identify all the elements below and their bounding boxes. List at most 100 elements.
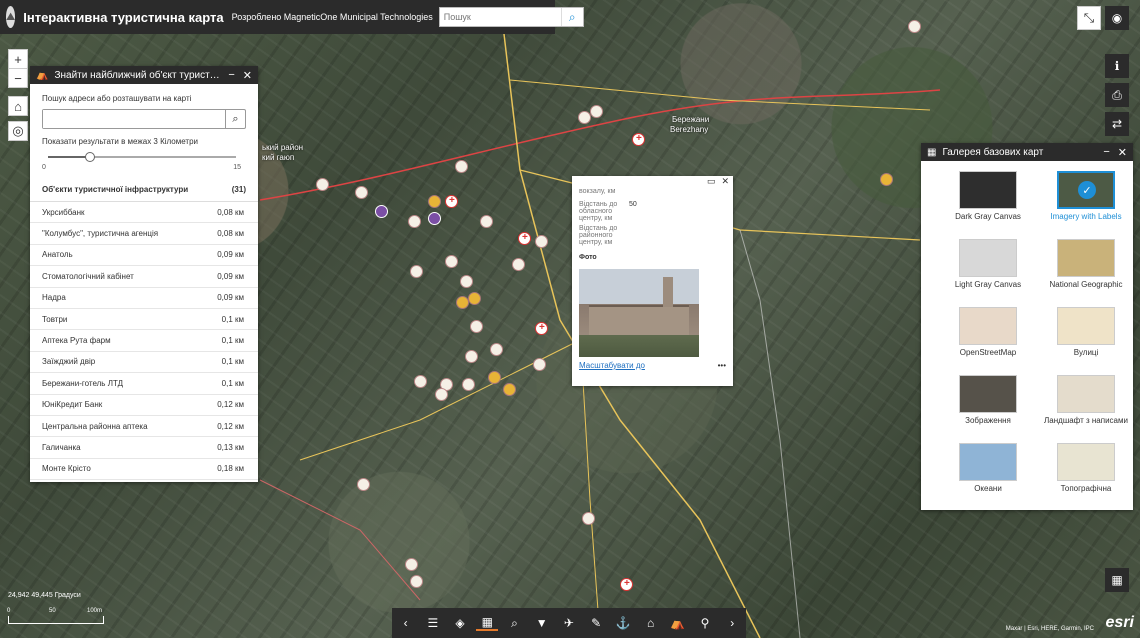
poi-marker[interactable] <box>480 215 493 228</box>
toolbar-next-icon[interactable]: › <box>721 616 743 630</box>
zoom-in-button[interactable]: + <box>8 49 28 69</box>
poi-marker[interactable] <box>410 575 423 588</box>
home-button[interactable]: ⌂ <box>8 96 28 116</box>
poi-marker[interactable] <box>488 371 501 384</box>
basemap-item[interactable]: Вулиці <box>1037 307 1135 375</box>
poi-marker[interactable] <box>357 478 370 491</box>
poi-marker[interactable] <box>455 160 468 173</box>
zoom-out-button[interactable]: − <box>8 68 28 88</box>
results-header[interactable]: Об'єкти туристичної інфраструктури (31) <box>30 177 258 202</box>
basemap-item[interactable]: ✓ Imagery with Labels <box>1037 171 1135 239</box>
print-button[interactable]: ⎙ <box>1105 83 1129 107</box>
address-search-button[interactable]: ⌕ <box>225 110 245 128</box>
result-row[interactable]: Галичанка 0,13 км <box>30 437 258 459</box>
minimize-icon[interactable]: − <box>228 69 234 81</box>
poi-marker[interactable] <box>880 173 893 186</box>
attribute-table-button[interactable]: ▦ <box>1105 568 1129 592</box>
poi-marker[interactable] <box>590 105 603 118</box>
layer-visibility-button[interactable]: ◉ <box>1105 6 1129 30</box>
layers-icon[interactable]: ◈ <box>449 616 471 630</box>
maximize-icon[interactable]: ▭ <box>707 176 716 186</box>
measure-icon[interactable]: ⚓ <box>612 616 634 630</box>
poi-marker[interactable] <box>460 275 473 288</box>
result-row[interactable]: "Колумбус", туристична агенція 0,08 км <box>30 223 258 245</box>
about-button[interactable]: ℹ <box>1105 54 1129 78</box>
pharmacy-marker[interactable] <box>632 133 645 146</box>
poi-marker[interactable] <box>408 215 421 228</box>
poi-marker[interactable] <box>470 320 483 333</box>
poi-marker[interactable] <box>578 111 591 124</box>
legend-icon[interactable]: ☰ <box>422 616 444 630</box>
poi-marker[interactable] <box>435 388 448 401</box>
minimize-icon[interactable]: − <box>1103 146 1109 158</box>
museum-icon[interactable]: ⌂ <box>640 616 662 630</box>
query-icon[interactable]: ⌕ <box>503 616 525 631</box>
poi-marker[interactable] <box>462 378 475 391</box>
poi-marker[interactable] <box>535 235 548 248</box>
poi-marker[interactable] <box>375 205 388 218</box>
search-input[interactable] <box>439 8 561 26</box>
close-icon[interactable]: ✕ <box>721 176 729 186</box>
poi-marker[interactable] <box>490 343 503 356</box>
result-row[interactable]: Анатоль 0,09 км <box>30 245 258 267</box>
pharmacy-marker[interactable] <box>445 195 458 208</box>
address-search-input[interactable] <box>43 110 225 128</box>
basemap-item[interactable]: Ландшафт з написами <box>1037 375 1135 443</box>
poi-marker[interactable] <box>316 178 329 191</box>
filter-icon[interactable]: ▼ <box>531 616 553 630</box>
result-row[interactable]: Аптека Рута фарм 0,1 км <box>30 330 258 352</box>
bookmark-icon[interactable]: ✈ <box>558 616 580 630</box>
basemap-item[interactable]: National Geographic <box>1037 239 1135 307</box>
poi-marker[interactable] <box>468 292 481 305</box>
poi-marker[interactable] <box>428 212 441 225</box>
result-row[interactable]: Укрсиббанк 0,08 км <box>30 202 258 224</box>
more-options-icon[interactable]: ••• <box>718 361 726 370</box>
radius-slider[interactable] <box>42 150 246 164</box>
nearby-icon[interactable]: ⛺ <box>667 616 689 630</box>
basemap-item[interactable]: OpenStreetMap <box>939 307 1037 375</box>
basemap-item[interactable]: Океани <box>939 443 1037 511</box>
directions-icon[interactable]: ⚲ <box>694 616 716 630</box>
result-row[interactable]: Центральна районна аптека 0,12 км <box>30 416 258 438</box>
basemap-gallery-icon[interactable]: ▦ <box>476 615 499 631</box>
popup-photo[interactable] <box>579 269 699 357</box>
result-row[interactable]: Стоматологічний кабінет 0,09 км <box>30 266 258 288</box>
poi-marker[interactable] <box>428 195 441 208</box>
poi-marker[interactable] <box>405 558 418 571</box>
share-button[interactable]: ⇄ <box>1105 112 1129 136</box>
poi-marker[interactable] <box>410 265 423 278</box>
poi-marker[interactable] <box>445 255 458 268</box>
basemap-item[interactable]: Light Gray Canvas <box>939 239 1037 307</box>
result-row[interactable]: Товтри 0,1 км <box>30 309 258 331</box>
poi-marker[interactable] <box>414 375 427 388</box>
toolbar-prev-icon[interactable]: ‹ <box>395 616 417 630</box>
draw-icon[interactable]: ✎ <box>585 616 607 630</box>
poi-marker[interactable] <box>533 358 546 371</box>
result-row[interactable]: Монте Крісто 0,18 км <box>30 459 258 481</box>
result-row[interactable]: Бережани-готель ЛТД 0,1 км <box>30 373 258 395</box>
poi-marker[interactable] <box>512 258 525 271</box>
town-label-ua: Бережани <box>672 115 710 124</box>
pharmacy-marker[interactable] <box>620 578 633 591</box>
poi-marker[interactable] <box>503 383 516 396</box>
pharmacy-marker[interactable] <box>518 232 531 245</box>
poi-marker[interactable] <box>582 512 595 525</box>
poi-marker[interactable] <box>355 186 368 199</box>
result-row[interactable]: ЮніКредит Банк 0,12 км <box>30 395 258 416</box>
close-icon[interactable]: ✕ <box>243 69 252 82</box>
search-button[interactable]: ⌕ <box>560 8 583 26</box>
slider-handle[interactable] <box>85 152 95 162</box>
poi-marker[interactable] <box>908 20 921 33</box>
zoom-to-link[interactable]: Масштабувати до <box>579 361 645 370</box>
close-icon[interactable]: ✕ <box>1118 146 1127 159</box>
map-view[interactable]: Бережани Berezhany ький район кий гаюп ⛰… <box>0 0 1140 638</box>
result-row[interactable]: Надра 0,09 км <box>30 288 258 309</box>
locate-button[interactable]: ◎ <box>8 121 28 141</box>
basemap-item[interactable]: Зображення <box>939 375 1037 443</box>
fullscreen-button[interactable]: ⤡ <box>1077 6 1101 30</box>
basemap-item[interactable]: Dark Gray Canvas <box>939 171 1037 239</box>
pharmacy-marker[interactable] <box>535 322 548 335</box>
basemap-item[interactable]: Топографічна <box>1037 443 1135 511</box>
poi-marker[interactable] <box>465 350 478 363</box>
result-row[interactable]: Заїжджий двір 0,1 км <box>30 352 258 374</box>
